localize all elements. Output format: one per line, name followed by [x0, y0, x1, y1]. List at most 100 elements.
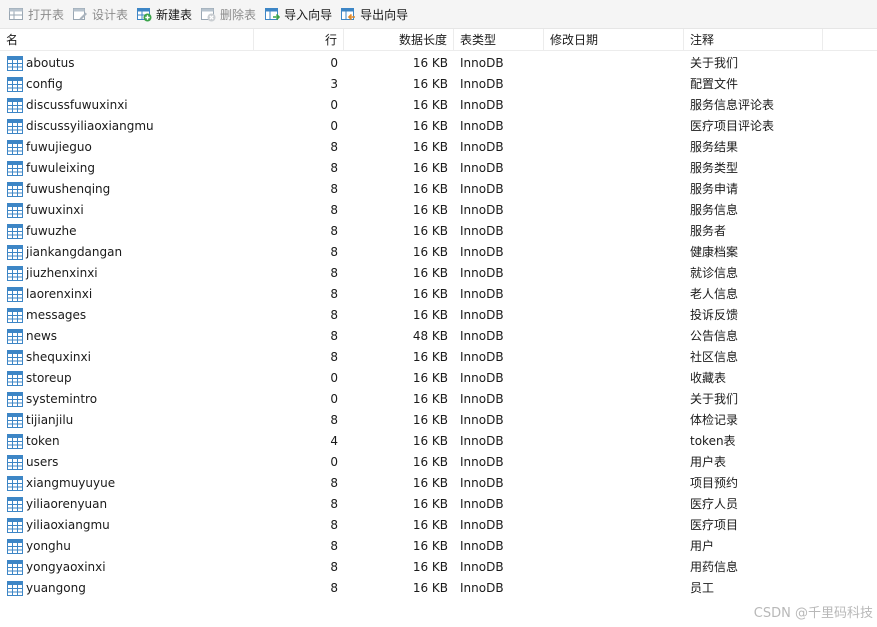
table-name-cell[interactable]: messages: [0, 305, 254, 326]
table-data-length: 16 KB: [412, 203, 448, 217]
table-row[interactable]: yongyaoxinxi 8 16 KB InnoDB 用药信息: [0, 557, 877, 578]
table-modified: [544, 284, 684, 305]
table-engine: InnoDB: [460, 266, 504, 280]
table-name-cell[interactable]: laorenxinxi: [0, 284, 254, 305]
table-row[interactable]: users 0 16 KB InnoDB 用户表: [0, 452, 877, 473]
table-name-cell[interactable]: storeup: [0, 368, 254, 389]
table-row[interactable]: config 3 16 KB InnoDB 配置文件: [0, 74, 877, 95]
table-row-count: 0: [330, 56, 338, 70]
table-row[interactable]: aboutus 0 16 KB InnoDB 关于我们: [0, 53, 877, 74]
table-list: aboutus 0 16 KB InnoDB 关于我们 config 3 16 KB InnoD…: [0, 53, 877, 599]
table-modified: [544, 137, 684, 158]
column-header-engine[interactable]: 表类型: [454, 29, 544, 51]
table-name-cell[interactable]: yiliaorenyuan: [0, 494, 254, 515]
table-name-cell[interactable]: news: [0, 326, 254, 347]
export-wizard-button[interactable]: 导出向导: [340, 3, 408, 25]
table-row[interactable]: fuwuzhe 8 16 KB InnoDB 服务者: [0, 221, 877, 242]
table-name-cell[interactable]: yuangong: [0, 578, 254, 599]
table-data-length: 16 KB: [412, 371, 448, 385]
table-name-cell[interactable]: xiangmuyuyue: [0, 473, 254, 494]
table-row[interactable]: tijianjilu 8 16 KB InnoDB 体检记录: [0, 410, 877, 431]
open-table-button[interactable]: 打开表: [8, 3, 64, 25]
table-data-length: 16 KB: [412, 392, 448, 406]
table-name-cell[interactable]: discussfuwuxinxi: [0, 95, 254, 116]
table-name-cell[interactable]: fuwuzhe: [0, 221, 254, 242]
table-list-header: 名 行 数据长度 表类型 修改日期 注释: [0, 29, 877, 51]
table-name-cell[interactable]: shequxinxi: [0, 347, 254, 368]
table-row[interactable]: jiankangdangan 8 16 KB InnoDB 健康档案: [0, 242, 877, 263]
table-row[interactable]: fuwushenqing 8 16 KB InnoDB 服务申请: [0, 179, 877, 200]
table-name-cell[interactable]: yiliaoxiangmu: [0, 515, 254, 536]
table-row[interactable]: messages 8 16 KB InnoDB 投诉反馈: [0, 305, 877, 326]
table-name-cell[interactable]: config: [0, 74, 254, 95]
table-row[interactable]: discussyiliaoxiangmu 0 16 KB InnoDB 医疗项目评论表: [0, 116, 877, 137]
table-row[interactable]: jiuzhenxinxi 8 16 KB InnoDB 就诊信息: [0, 263, 877, 284]
table-data-length: 16 KB: [412, 224, 448, 238]
table-row[interactable]: laorenxinxi 8 16 KB InnoDB 老人信息: [0, 284, 877, 305]
column-header-comment[interactable]: 注释: [684, 29, 823, 51]
table-name-cell[interactable]: aboutus: [0, 53, 254, 74]
table-comment: 用药信息: [690, 560, 739, 574]
table-icon: [7, 140, 26, 155]
table-row[interactable]: fuwuxinxi 8 16 KB InnoDB 服务信息: [0, 200, 877, 221]
table-row[interactable]: systemintro 0 16 KB InnoDB 关于我们: [0, 389, 877, 410]
column-header-modified[interactable]: 修改日期: [544, 29, 684, 51]
table-name-cell[interactable]: fuwushenqing: [0, 179, 254, 200]
table-name-cell[interactable]: tijianjilu: [0, 410, 254, 431]
new-table-button[interactable]: 新建表: [136, 3, 192, 25]
table-row[interactable]: news 8 48 KB InnoDB 公告信息: [0, 326, 877, 347]
table-row[interactable]: xiangmuyuyue 8 16 KB InnoDB 项目预约: [0, 473, 877, 494]
table-row[interactable]: yiliaorenyuan 8 16 KB InnoDB 医疗人员: [0, 494, 877, 515]
table-name-cell[interactable]: fuwuleixing: [0, 158, 254, 179]
table-data-length: 16 KB: [412, 539, 448, 553]
table-name-cell[interactable]: token: [0, 431, 254, 452]
column-header-rows[interactable]: 行: [254, 29, 344, 51]
column-header-name[interactable]: 名: [0, 29, 254, 51]
table-name: config: [26, 77, 63, 91]
table-row[interactable]: fuwuleixing 8 16 KB InnoDB 服务类型: [0, 158, 877, 179]
import-wizard-button[interactable]: 导入向导: [264, 3, 332, 25]
table-icon: [7, 266, 26, 281]
table-icon: [7, 497, 26, 512]
table-name: shequxinxi: [26, 350, 91, 364]
table-name: token: [26, 434, 60, 448]
table-engine: InnoDB: [460, 560, 504, 574]
table-row[interactable]: shequxinxi 8 16 KB InnoDB 社区信息: [0, 347, 877, 368]
table-name-cell[interactable]: jiankangdangan: [0, 242, 254, 263]
table-name-cell[interactable]: discussyiliaoxiangmu: [0, 116, 254, 137]
table-name-cell[interactable]: yonghu: [0, 536, 254, 557]
table-name-cell[interactable]: systemintro: [0, 389, 254, 410]
table-name-cell[interactable]: yongyaoxinxi: [0, 557, 254, 578]
table-data-length: 16 KB: [412, 308, 448, 322]
table-engine: InnoDB: [460, 119, 504, 133]
table-modified: [544, 74, 684, 95]
table-engine: InnoDB: [460, 371, 504, 385]
table-name-cell[interactable]: jiuzhenxinxi: [0, 263, 254, 284]
table-row-count: 0: [330, 371, 338, 385]
table-name: news: [26, 329, 58, 343]
table-name-cell[interactable]: users: [0, 452, 254, 473]
column-header-data-length[interactable]: 数据长度: [344, 29, 454, 51]
table-modified: [544, 410, 684, 431]
table-comment: 用户: [690, 539, 715, 553]
table-row[interactable]: storeup 0 16 KB InnoDB 收藏表: [0, 368, 877, 389]
design-table-button[interactable]: 设计表: [72, 3, 128, 25]
table-name-cell[interactable]: fuwuxinxi: [0, 200, 254, 221]
table-row-count: 8: [330, 287, 338, 301]
delete-table-button[interactable]: 删除表: [200, 3, 256, 25]
table-name: jiankangdangan: [26, 245, 123, 259]
table-row[interactable]: discussfuwuxinxi 0 16 KB InnoDB 服务信息评论表: [0, 95, 877, 116]
table-row[interactable]: fuwujieguo 8 16 KB InnoDB 服务结果: [0, 137, 877, 158]
table-icon: [7, 455, 26, 470]
table-name-cell[interactable]: fuwujieguo: [0, 137, 254, 158]
table-row[interactable]: yuangong 8 16 KB InnoDB 员工: [0, 578, 877, 599]
design-table-label: 设计表: [92, 7, 129, 22]
table-new-icon: [137, 8, 152, 22]
table-row-count: 8: [330, 413, 338, 427]
table-row[interactable]: yiliaoxiangmu 8 16 KB InnoDB 医疗项目: [0, 515, 877, 536]
table-row[interactable]: yonghu 8 16 KB InnoDB 用户: [0, 536, 877, 557]
table-row[interactable]: token 4 16 KB InnoDB token表: [0, 431, 877, 452]
table-name: xiangmuyuyue: [26, 476, 116, 490]
table-data-length: 16 KB: [412, 98, 448, 112]
table-modified: [544, 158, 684, 179]
